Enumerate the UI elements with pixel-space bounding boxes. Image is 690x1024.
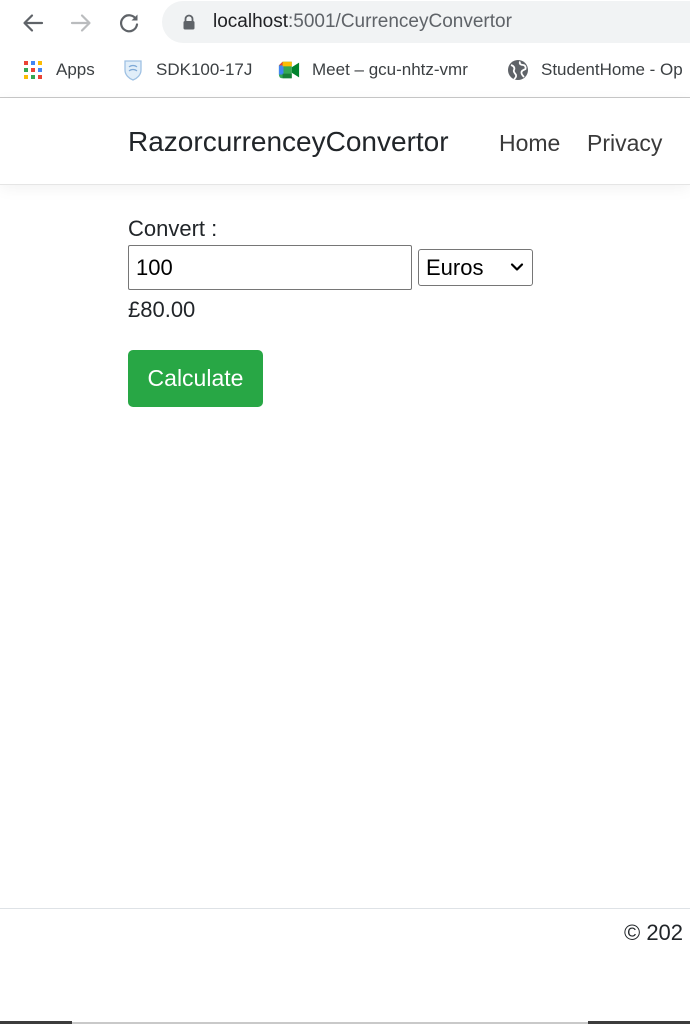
chevron-down-icon — [510, 263, 524, 271]
shield-icon — [122, 59, 144, 81]
bookmark-apps[interactable]: Apps — [22, 58, 95, 82]
footer-divider — [0, 908, 690, 909]
bookmark-label: SDK100-17J — [156, 60, 253, 79]
arrow-left-icon — [23, 14, 44, 32]
bookmark-label: Meet – gcu-nhtz-vmr — [312, 60, 468, 79]
url-host: localhost — [213, 11, 288, 32]
conversion-result: £80.00 — [128, 297, 196, 322]
address-bar[interactable]: localhost:5001/CurrenceyConvertor — [162, 1, 690, 43]
bookmark-label: Apps — [56, 60, 95, 79]
bookmark-meet[interactable]: Meet – gcu-nhtz-vmr — [278, 58, 468, 82]
browser-toolbar: localhost:5001/CurrenceyConvertor — [0, 0, 690, 46]
nav-link-privacy[interactable]: Privacy — [587, 128, 662, 158]
footer-copyright: © 202 — [624, 920, 684, 945]
forward-button[interactable] — [65, 7, 97, 39]
reload-icon — [120, 14, 139, 33]
meet-icon — [278, 59, 300, 81]
back-button[interactable] — [17, 7, 49, 39]
site-navbar: RazorcurrenceyConvertor Home Privacy — [0, 98, 690, 185]
bookmark-sdk100[interactable]: SDK100-17J — [122, 58, 252, 82]
navbar-brand[interactable]: RazorcurrenceyConvertor — [128, 125, 449, 159]
amount-input[interactable] — [128, 245, 412, 290]
reload-button[interactable] — [113, 7, 145, 39]
globe-icon — [507, 59, 529, 81]
apps-grid-icon — [22, 59, 44, 81]
bookmarks-bar: Apps SDK100-17J Meet – gcu-nhtz-vmr Stud… — [0, 50, 690, 88]
calculate-button[interactable]: Calculate — [128, 350, 263, 407]
url-path: :5001/CurrenceyConvertor — [288, 11, 512, 32]
currency-select[interactable]: Euros — [418, 249, 533, 286]
convert-label: Convert : — [128, 216, 218, 241]
arrow-right-icon — [70, 14, 91, 32]
bookmark-label: StudentHome - Op — [541, 60, 683, 79]
nav-link-home[interactable]: Home — [499, 128, 560, 158]
url-text: localhost:5001/CurrenceyConvertor — [213, 11, 512, 33]
currency-selected-value: Euros — [426, 254, 484, 280]
lock-icon — [183, 14, 195, 30]
bookmark-studenthome[interactable]: StudentHome - Op — [507, 58, 683, 82]
